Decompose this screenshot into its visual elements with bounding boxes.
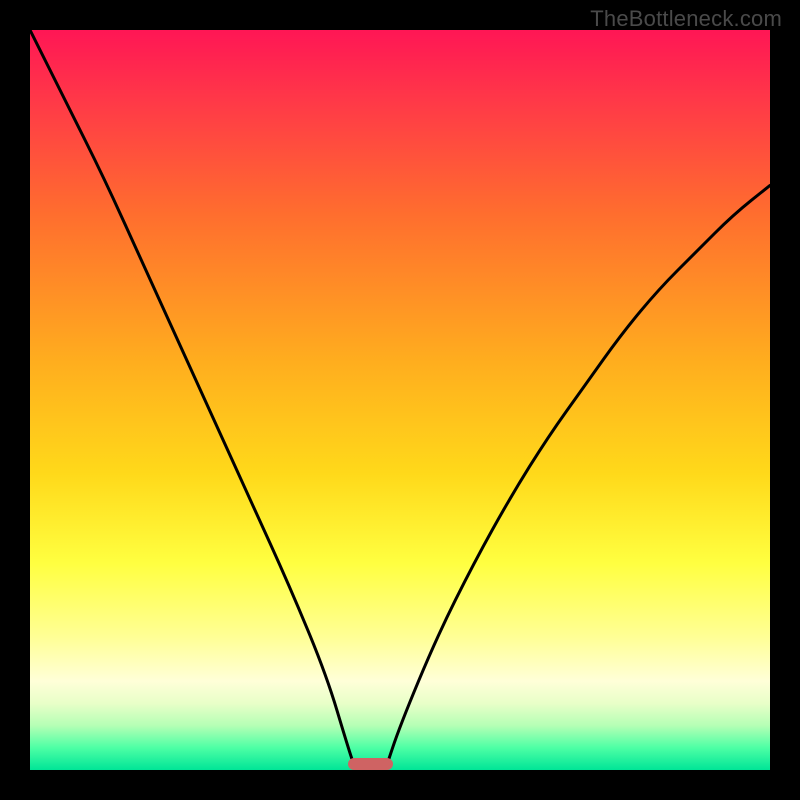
- bottleneck-marker: [348, 758, 392, 770]
- outer-frame: TheBottleneck.com: [0, 0, 800, 800]
- plot-area: [30, 30, 770, 770]
- right-curve: [385, 185, 770, 770]
- left-curve: [30, 30, 356, 770]
- curve-layer: [30, 30, 770, 770]
- watermark-text: TheBottleneck.com: [590, 6, 782, 32]
